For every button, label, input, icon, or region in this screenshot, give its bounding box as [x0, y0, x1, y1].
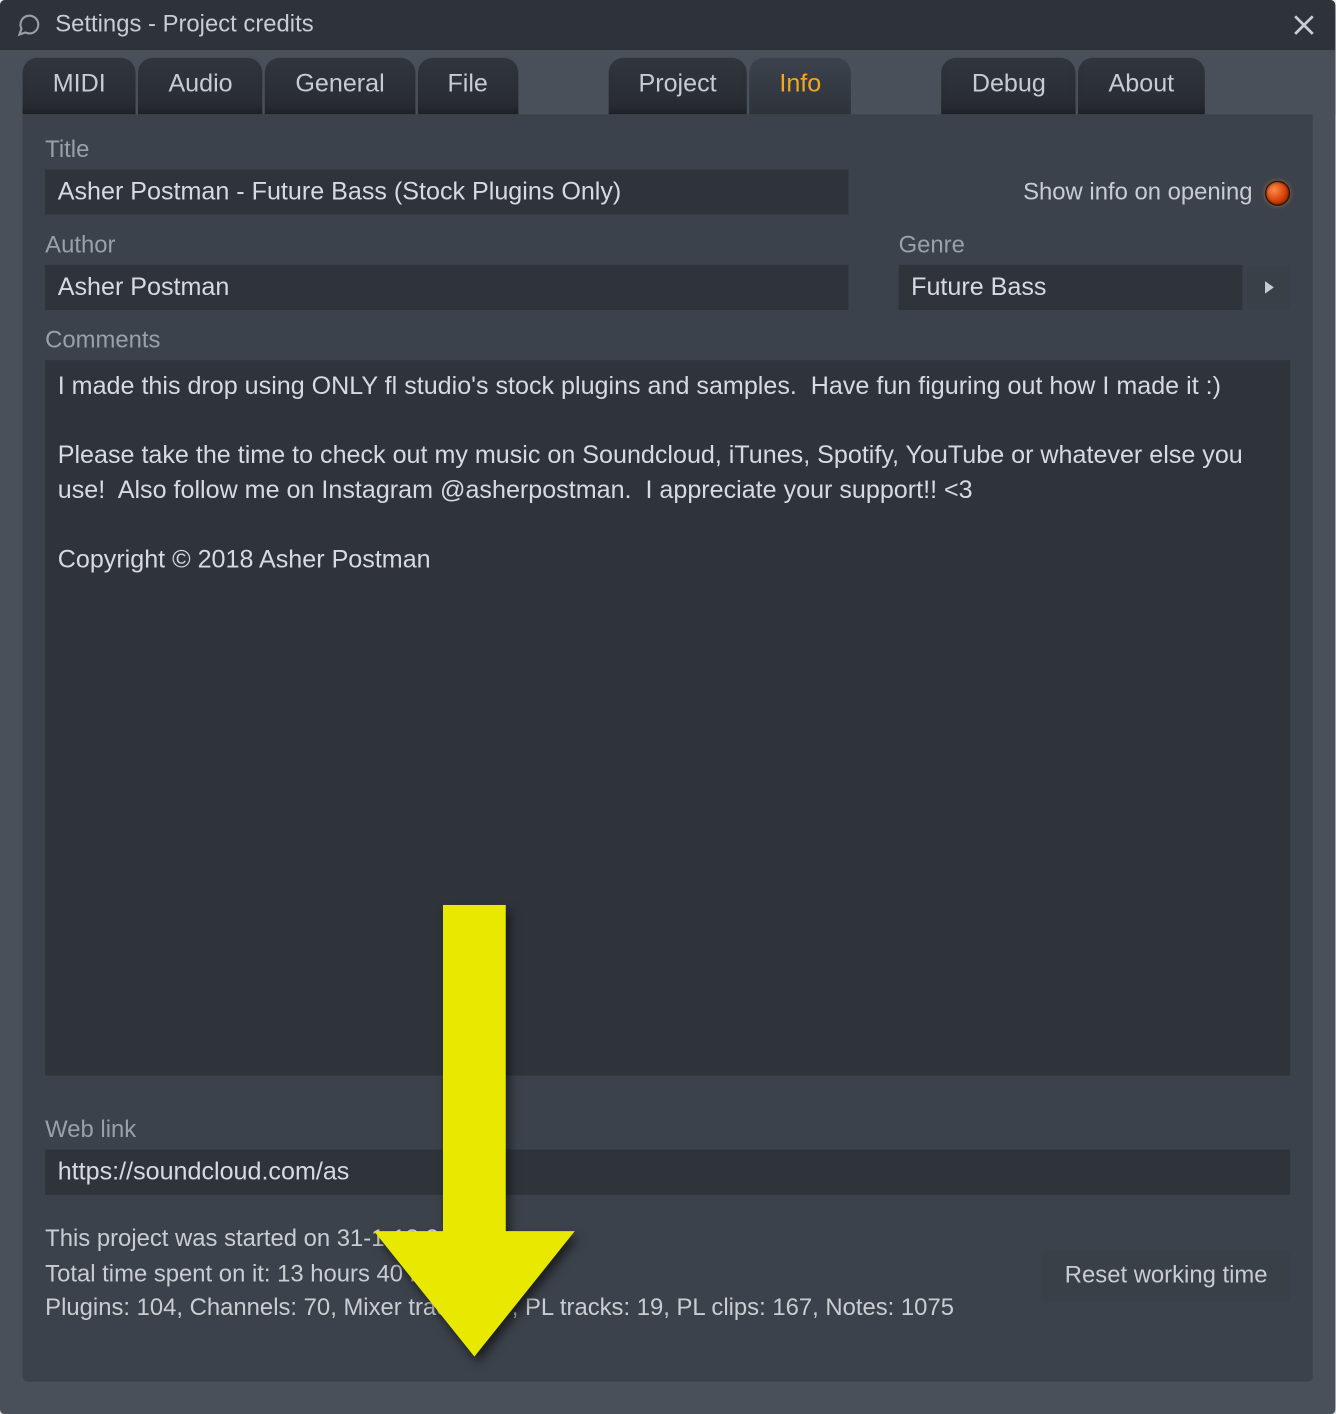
weblink-label: Web link [45, 1117, 1290, 1145]
tab-midi[interactable]: MIDI [23, 58, 136, 114]
tab-audio[interactable]: Audio [138, 58, 262, 114]
genre-input[interactable] [899, 265, 1243, 310]
comment-icon [15, 11, 43, 39]
title-input[interactable] [45, 169, 848, 214]
show-info-label: Show info on opening [1023, 179, 1252, 207]
settings-window: Settings - Project credits MIDI Audio Ge… [0, 0, 1335, 1414]
comments-label: Comments [45, 328, 1290, 356]
annotation-arrow [374, 905, 575, 1357]
author-input[interactable] [45, 265, 848, 310]
tab-file[interactable]: File [417, 58, 518, 114]
tabstrip: MIDI Audio General File Project Info Deb… [0, 50, 1335, 114]
genre-label: Genre [899, 232, 1291, 260]
tab-info[interactable]: Info [749, 58, 851, 114]
info-panel: Title Show info on opening Author Genre [23, 114, 1313, 1382]
comments-textarea[interactable]: I made this drop using ONLY fl studio's … [45, 360, 1290, 1075]
tab-debug[interactable]: Debug [942, 58, 1076, 114]
author-label: Author [45, 232, 848, 260]
window-title: Settings - Project credits [55, 11, 313, 39]
tab-about[interactable]: About [1078, 58, 1204, 114]
chevron-right-icon [1263, 280, 1276, 295]
show-info-toggle[interactable] [1265, 181, 1290, 206]
weblink-input[interactable] [45, 1150, 1290, 1195]
close-icon [1293, 14, 1316, 37]
tab-project[interactable]: Project [608, 58, 746, 114]
genre-dropdown-button[interactable] [1247, 265, 1290, 310]
close-button[interactable] [1288, 9, 1321, 42]
title-label: Title [45, 137, 848, 165]
tab-general[interactable]: General [265, 58, 415, 114]
titlebar: Settings - Project credits [0, 0, 1335, 50]
reset-working-time-button[interactable]: Reset working time [1042, 1250, 1290, 1303]
